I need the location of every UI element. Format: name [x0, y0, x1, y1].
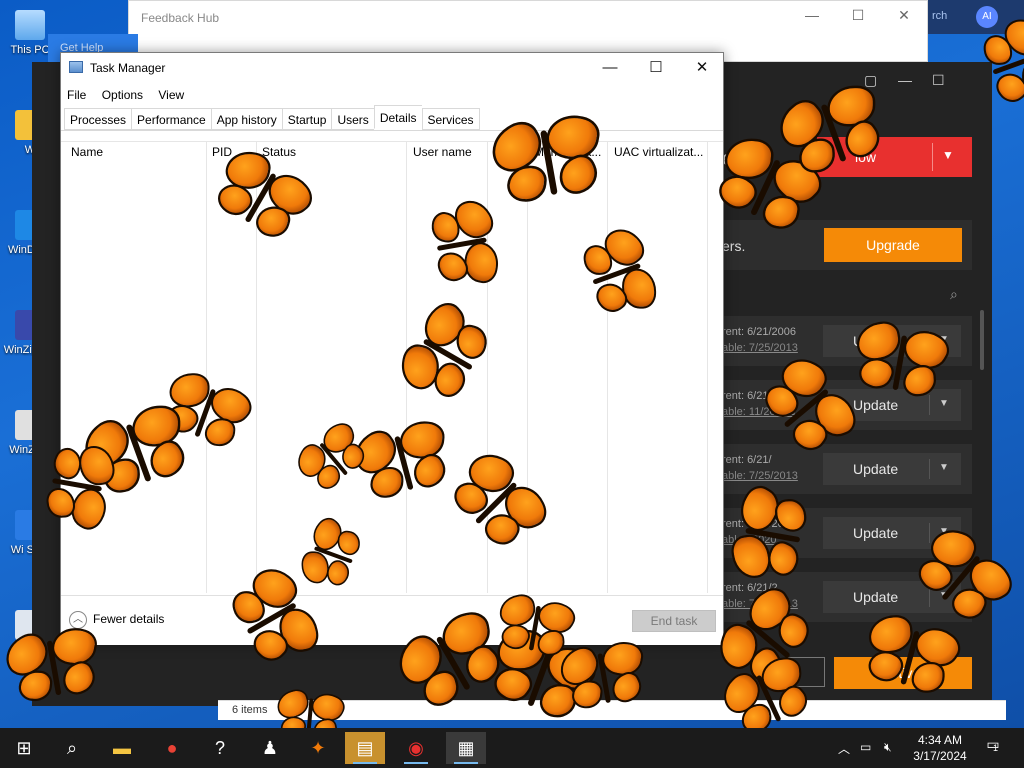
clock-time: 4:34 AM — [917, 733, 963, 747]
end-task-button[interactable]: End task — [632, 610, 716, 632]
explorer-status-bar: 6 items — [218, 700, 1006, 720]
column-header-cpu[interactable]: CPU — [498, 145, 526, 159]
update-button[interactable]: Update ▼ — [823, 389, 961, 421]
menu-view[interactable]: View — [152, 85, 190, 105]
chevron-down-icon[interactable]: ▼ — [942, 148, 954, 162]
chevron-down-icon[interactable]: ▼ — [939, 334, 949, 345]
menu-file[interactable]: File — [61, 85, 92, 105]
driver-row: rent: 6/21/able: 7/25/2013 Update ▼ — [722, 444, 972, 494]
checkbox[interactable] — [787, 657, 825, 687]
tab-processes[interactable]: Processes — [64, 108, 132, 130]
butterfly-app-icon[interactable]: ✦ — [298, 732, 338, 764]
upgrade-button[interactable]: Upgrade — [824, 228, 962, 262]
scrollbar[interactable] — [709, 141, 723, 593]
windows-start-icon[interactable]: ⊞ — [4, 732, 44, 764]
item-count: 6 items — [232, 704, 268, 716]
maximize-icon[interactable]: ☐ — [633, 53, 679, 83]
divider — [61, 130, 723, 131]
driver-row: rent: 6/21/2006 able: /2020 Update ▼ — [722, 508, 972, 558]
task-manager-window[interactable]: Task Manager — ☐ ✕ File Options View Pro… — [60, 52, 724, 645]
driver-row: rent: 6/21/2 able: 7/25/2013 Update ▼ — [722, 572, 972, 622]
chevron-up-icon[interactable]: ︿ — [838, 740, 850, 768]
network-icon[interactable]: ▭ — [860, 740, 871, 768]
header-fragment: ed — [722, 148, 745, 170]
scan-now-button[interactable]: low ▼ — [817, 137, 972, 177]
column-header-uac-virtualization[interactable]: UAC virtualizat... — [614, 145, 706, 159]
update-button[interactable]: Update ▼ — [823, 581, 961, 613]
tab-performance[interactable]: Performance — [131, 108, 211, 130]
search-icon[interactable]: ⌕ — [52, 732, 92, 764]
fewer-details-button[interactable]: ︿ Fewer details — [69, 611, 164, 629]
maximize-icon[interactable]: ☐ — [932, 72, 945, 89]
clock[interactable]: 4:34 AM 3/17/2024 — [905, 732, 975, 764]
minimize-icon[interactable]: — — [898, 72, 912, 88]
help-chat-icon[interactable]: ? — [200, 732, 240, 764]
column-header-pid[interactable]: PID — [212, 145, 252, 159]
driver-row: rent: 6/21/able: 11/20/201 Update ▼ — [722, 380, 972, 430]
minimize-icon[interactable]: — — [789, 7, 835, 29]
chevron-down-icon[interactable]: ▼ — [939, 590, 949, 601]
update-button[interactable]: Update ▼ — [823, 453, 961, 485]
update-button[interactable]: Update ▼ — [823, 517, 961, 549]
tab-startup[interactable]: Startup — [281, 108, 332, 130]
menu-options[interactable]: Options — [96, 85, 149, 105]
fewer-details-label: Fewer details — [93, 612, 165, 627]
promo-text: ers. — [722, 238, 746, 254]
update-button[interactable]: Update ▼ — [823, 325, 961, 357]
divider — [61, 141, 723, 142]
task-manager-taskbar-icon[interactable]: ▦ — [446, 732, 486, 764]
column-header-status[interactable]: Status — [262, 145, 402, 159]
minimize-icon[interactable]: — — [587, 53, 633, 83]
chevron-down-icon[interactable]: ▼ — [939, 398, 949, 409]
notifications-icon[interactable]: ▭ 1 — [982, 736, 1004, 758]
tab-services[interactable]: Services — [421, 108, 480, 130]
chevron-down-icon[interactable]: ▼ — [939, 462, 949, 473]
column-header-user-name[interactable]: User name — [413, 145, 488, 159]
tab-app-history[interactable]: App history — [210, 108, 282, 130]
tab-users[interactable]: Users — [331, 108, 374, 130]
search-icon[interactable]: ⌕ — [950, 286, 958, 303]
chevron-down-icon[interactable]: ▼ — [939, 526, 949, 537]
scan-now-label: low — [855, 149, 877, 165]
column-header-name[interactable]: Name — [71, 145, 201, 159]
task-manager-titlebar[interactable]: Task Manager — ☐ ✕ — [61, 53, 723, 83]
tab-bar: Processes Performance App history Startu… — [64, 105, 480, 130]
archive-app-icon[interactable]: ▤ — [345, 732, 385, 764]
scrollbar[interactable] — [980, 310, 984, 370]
file-explorer-icon[interactable]: ▬ — [102, 732, 142, 764]
computer-icon — [15, 10, 45, 40]
menu-bar: File Options View — [61, 85, 190, 105]
window-title: Task Manager — [90, 61, 166, 75]
chrome-icon[interactable]: ● — [152, 732, 192, 764]
task-manager-footer: ︿ Fewer details End task — [61, 595, 723, 645]
activate-button[interactable]: Activat — [834, 657, 972, 689]
chat-icon[interactable]: ▢ — [864, 72, 877, 89]
task-manager-icon — [69, 61, 83, 73]
feedback-hub-title: Feedback Hub — [141, 11, 220, 25]
maximize-icon[interactable]: ☐ — [835, 7, 881, 29]
people-icon[interactable]: ♟ — [250, 732, 290, 764]
taskbar: ⊞ ⌕ ▬ ● ? ♟ ✦ ▤ ◉ ▦ ︿ ▭ 🔇︎ 4:34 AM 3/17/… — [0, 728, 1024, 768]
divider — [932, 143, 933, 171]
close-icon[interactable]: ✕ — [679, 53, 725, 83]
tab-details[interactable]: Details — [373, 105, 422, 129]
driver-updater-icon[interactable]: ◉ — [396, 732, 436, 764]
close-icon[interactable]: ✕ — [881, 7, 927, 29]
column-header-memory[interactable]: Memory (a... — [534, 145, 604, 159]
ai-badge[interactable]: AI — [976, 6, 998, 28]
clock-date: 3/17/2024 — [913, 749, 967, 763]
chevron-up-icon: ︿ — [69, 611, 87, 629]
driver-row: rent: 6/21/2006 able: 7/25/2013 Update ▼ — [722, 316, 972, 366]
volume-muted-icon[interactable]: 🔇︎ — [884, 740, 892, 768]
